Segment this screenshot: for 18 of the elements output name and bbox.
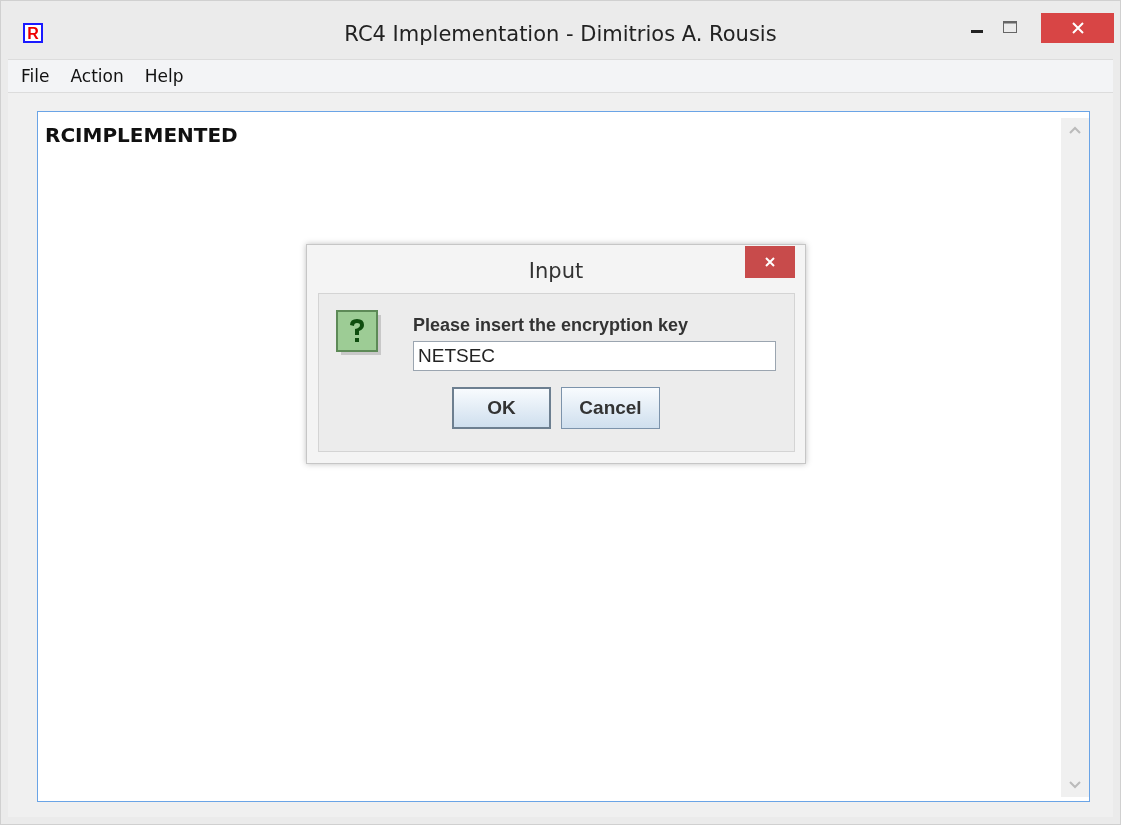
key-input-field[interactable]: NETSEC [413, 341, 776, 371]
maximize-icon[interactable] [1003, 21, 1017, 33]
close-button[interactable] [745, 246, 795, 278]
menu-item[interactable]: File [8, 66, 61, 86]
dialog-title: Input [528, 259, 584, 283]
close-button[interactable] [1041, 13, 1114, 43]
minimize-icon[interactable] [971, 29, 985, 35]
prompt-text: Please insert the encryption key [413, 314, 690, 336]
question-icon [336, 310, 384, 358]
close-icon [1071, 22, 1084, 34]
close-icon [765, 257, 775, 267]
menu-item[interactable]: Help [134, 66, 195, 86]
window-title: RC4 Implementation - Dimitrios A. Rousis [344, 22, 777, 46]
dialog-button[interactable]: Cancel [561, 387, 660, 429]
text-content: RCIMPLEMENTED [45, 123, 238, 147]
dialog-button[interactable]: OK [452, 387, 551, 429]
menu-item[interactable]: Action [60, 66, 135, 86]
app-icon: R [23, 23, 43, 43]
